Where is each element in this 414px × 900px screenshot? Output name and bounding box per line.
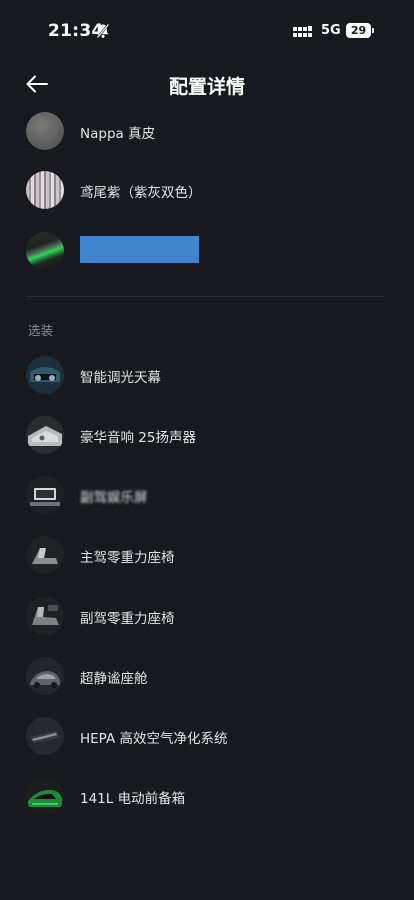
config-item-label: Nappa 真皮 xyxy=(80,126,156,142)
divider xyxy=(26,296,384,297)
nappa-leather-swatch-icon xyxy=(26,112,64,150)
option-item: 超静谧座舱 xyxy=(26,657,386,697)
battery-level: 29 xyxy=(346,23,371,38)
signal-icon xyxy=(293,26,312,37)
driver-seat-thumbnail-icon xyxy=(26,536,64,574)
option-label: HEPA 高效空气净化系统 xyxy=(80,731,228,747)
config-item-interior-color: 鸢尾紫（紫灰双色） xyxy=(26,171,386,211)
section-title-options: 选装 xyxy=(28,323,54,338)
status-bar: 21:34 5G 29 xyxy=(0,0,414,60)
option-label: 副驾娱乐屏 xyxy=(80,490,148,506)
option-item: 141L 电动前备箱 xyxy=(26,777,386,817)
option-label: 141L 电动前备箱 xyxy=(80,791,186,807)
passenger-seat-thumbnail-icon xyxy=(26,597,64,635)
option-item: 主驾零重力座椅 xyxy=(26,536,386,576)
config-item-exterior xyxy=(26,232,386,272)
option-label: 主驾零重力座椅 xyxy=(80,550,175,566)
config-item-interior: Nappa 真皮 xyxy=(26,112,386,152)
option-item: HEPA 高效空气净化系统 xyxy=(26,717,386,757)
network-type: 5G xyxy=(321,23,341,38)
speaker-thumbnail-icon xyxy=(26,416,64,454)
option-label: 智能调光天幕 xyxy=(80,370,161,386)
header: 配置详情 xyxy=(0,60,414,110)
option-item: 智能调光天幕 xyxy=(26,356,386,396)
option-label: 副驾零重力座椅 xyxy=(80,611,175,627)
redaction-block xyxy=(80,236,199,263)
option-item: 副驾娱乐屏 xyxy=(26,476,386,516)
hepa-filter-thumbnail-icon xyxy=(26,717,64,755)
config-item-label: 鸢尾紫（紫灰双色） xyxy=(80,185,202,201)
mute-bell-icon xyxy=(96,23,110,39)
screen-thumbnail-icon xyxy=(26,476,64,514)
iris-purple-swatch-icon xyxy=(26,171,64,209)
option-label: 豪华音响 25扬声器 xyxy=(80,430,196,446)
option-label: 超静谧座舱 xyxy=(80,671,148,687)
option-item: 豪华音响 25扬声器 xyxy=(26,416,386,456)
exterior-color-swatch-icon xyxy=(26,232,64,270)
front-trunk-thumbnail-icon xyxy=(26,777,64,815)
page-title: 配置详情 xyxy=(168,76,245,98)
option-item: 副驾零重力座椅 xyxy=(26,597,386,637)
quiet-cabin-thumbnail-icon xyxy=(26,657,64,695)
battery-icon: 29 xyxy=(346,23,375,38)
sunroof-thumbnail-icon xyxy=(26,356,64,394)
